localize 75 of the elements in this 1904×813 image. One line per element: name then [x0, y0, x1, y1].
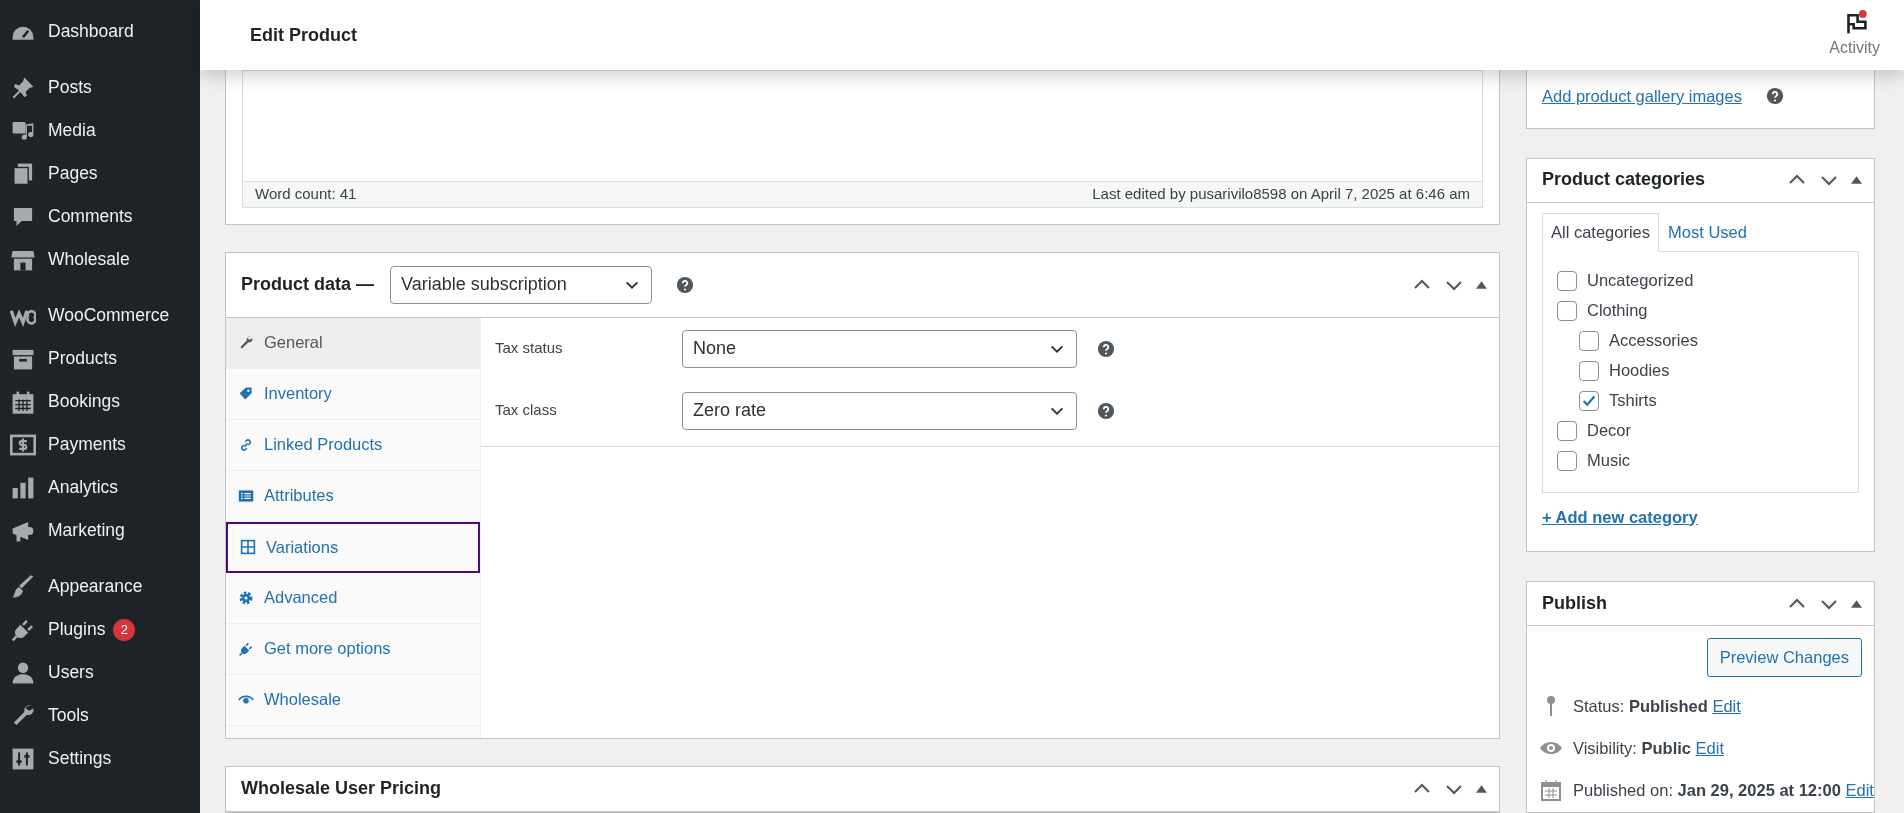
sidebar-item[interactable]: Media: [0, 109, 200, 152]
triangle-up-icon: [1851, 599, 1862, 608]
sidebar-item[interactable]: Pages: [0, 152, 200, 195]
panel-title: Product categories: [1542, 169, 1706, 192]
grid-icon: [240, 539, 256, 555]
product-data-tab[interactable]: Variations: [226, 521, 480, 573]
wrench-icon: [238, 334, 254, 351]
sidebar-item[interactable]: Products: [0, 337, 200, 380]
publish-info: Published on: Jan 29, 2025 at 12:00 Edit: [1573, 779, 1874, 801]
category-label: Music: [1587, 450, 1631, 472]
category-label: Tshirts: [1609, 390, 1657, 412]
publish-info: Status: Published Edit: [1573, 695, 1741, 717]
help-icon: [676, 275, 694, 294]
sidebar-item[interactable]: Dashboard: [0, 10, 200, 53]
panel-title: Wholesale User Pricing: [241, 777, 442, 800]
triangle-up-icon: [1476, 280, 1487, 289]
gallery-link[interactable]: Add product gallery images: [1542, 84, 1742, 109]
sidebar-item[interactable]: Posts: [0, 66, 200, 109]
checkbox[interactable]: [1579, 390, 1599, 411]
sidebar-item[interactable]: WooCommerce: [0, 294, 200, 337]
sidebar-item[interactable]: Appearance: [0, 565, 200, 608]
sidebar-item[interactable]: Users: [0, 651, 200, 694]
paintbrush-icon: [10, 573, 36, 600]
checkbox[interactable]: [1557, 420, 1577, 441]
list-card-icon: [238, 487, 254, 504]
calendar-icon: [1539, 778, 1563, 802]
field-label: Tax status: [495, 338, 564, 359]
product-data-tab[interactable]: General: [226, 317, 480, 369]
edit-link[interactable]: Edit: [1695, 738, 1724, 757]
select-field[interactable]: Zero rate: [682, 391, 1077, 430]
preview-button[interactable]: Preview Changes: [1706, 638, 1862, 677]
panel-title: Publish: [1542, 592, 1607, 615]
activity-button[interactable]: Activity: [1829, 6, 1880, 64]
sidebar-item[interactable]: Comments: [0, 195, 200, 238]
link-icon: [238, 436, 254, 453]
category-tab[interactable]: All categories: [1542, 212, 1660, 252]
help-icon: [1765, 87, 1784, 106]
sidebar-item[interactable]: Tools: [0, 694, 200, 737]
edit-link[interactable]: Edit: [1845, 780, 1874, 799]
checkbox[interactable]: [1579, 360, 1599, 381]
category-label: Clothing: [1587, 300, 1648, 322]
product-type-select[interactable]: Variable subscription: [390, 265, 652, 304]
edit-link[interactable]: Edit: [1712, 696, 1741, 715]
checkbox[interactable]: [1557, 450, 1577, 471]
help-icon: [1097, 339, 1115, 358]
word-count: Word count: 41: [255, 184, 357, 204]
sidebar-item[interactable]: Bookings: [0, 380, 200, 423]
sidebar-item[interactable]: Payments: [0, 423, 200, 466]
gear-icon: [238, 589, 254, 606]
category-label: Uncategorized: [1587, 270, 1694, 292]
category-tab[interactable]: Most Used: [1659, 212, 1756, 251]
select-field[interactable]: None: [682, 329, 1077, 368]
triangle-up-icon: [1476, 784, 1487, 793]
checkbox[interactable]: [1557, 270, 1577, 291]
sidebar-item[interactable]: Analytics: [0, 466, 200, 509]
triangle-up-icon: [1851, 176, 1862, 185]
last-edited-text: Last edited by pusarivilo8598 on April 7, 2025 at 6:46 am: [1092, 184, 1470, 204]
category-label: Decor: [1587, 420, 1631, 442]
sidebar-item[interactable]: Plugins 2: [0, 608, 200, 651]
help-icon: [1097, 401, 1115, 420]
add-category-link[interactable]: + Add new category: [1542, 504, 1698, 530]
panel-title: Product data —: [241, 273, 374, 296]
page-title: Edit Product: [250, 23, 357, 47]
tag-icon: [238, 385, 254, 402]
category-label: Hoodies: [1609, 360, 1670, 382]
sidebar-item[interactable]: Wholesale: [0, 238, 200, 281]
checkbox[interactable]: [1557, 300, 1577, 321]
sidebar-item[interactable]: Marketing: [0, 509, 200, 552]
sidebar-item[interactable]: Settings: [0, 737, 200, 780]
checkbox[interactable]: [1579, 330, 1599, 351]
count-badge: 2: [113, 618, 136, 641]
category-label: Accessories: [1609, 330, 1698, 352]
field-label: Tax class: [495, 400, 558, 421]
publish-info: Visibility: Public Edit: [1573, 737, 1724, 759]
plug-icon: [238, 640, 254, 657]
